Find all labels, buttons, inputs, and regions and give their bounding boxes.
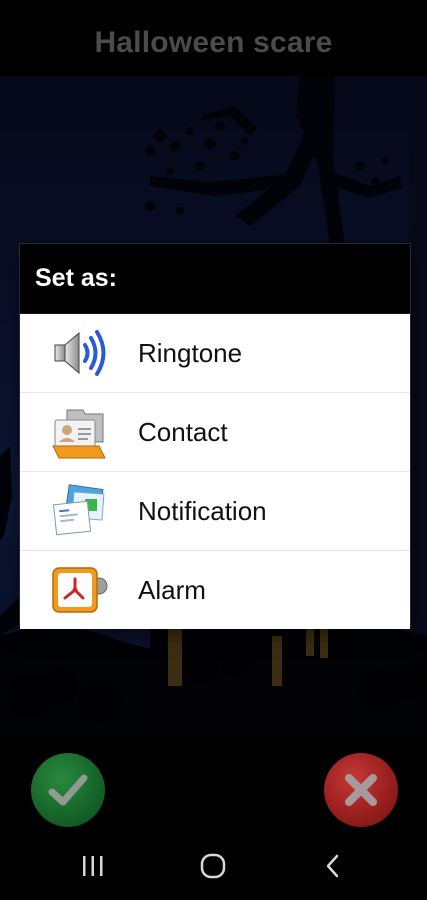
- notification-messages-icon: [48, 480, 110, 542]
- contact-card-icon: [48, 401, 110, 463]
- dialog-header: Set as:: [20, 244, 410, 314]
- set-as-dialog: Set as: Ringtone Contact Notification Al…: [20, 244, 410, 629]
- option-notification[interactable]: Notification: [20, 472, 410, 551]
- set-as-options-list: Ringtone Contact Notification Alarm: [20, 314, 410, 629]
- home-button[interactable]: [193, 848, 233, 884]
- option-alarm[interactable]: Alarm: [20, 551, 410, 629]
- checkmark-icon: [48, 774, 88, 806]
- app-title: Halloween scare: [94, 26, 333, 59]
- option-label: Contact: [138, 416, 228, 447]
- back-button[interactable]: [313, 848, 353, 884]
- back-icon: [326, 854, 339, 878]
- option-ringtone[interactable]: Ringtone: [20, 314, 410, 393]
- navigation-bar: [0, 830, 427, 900]
- recents-icon: [83, 856, 103, 876]
- option-label: Notification: [138, 495, 267, 526]
- alarm-clock-icon: [48, 559, 110, 621]
- speaker-volume-icon: [48, 322, 110, 384]
- recents-button[interactable]: [73, 848, 113, 884]
- title-bar: Halloween scare: [0, 0, 427, 76]
- option-label: Alarm: [138, 574, 206, 605]
- confirm-button[interactable]: [31, 753, 105, 827]
- home-icon: [200, 853, 226, 879]
- option-label: Ringtone: [138, 337, 243, 368]
- screen: Halloween scare Set as: Ringtone Contact…: [0, 0, 427, 900]
- x-icon: [345, 774, 377, 806]
- option-contact[interactable]: Contact: [20, 393, 410, 472]
- dialog-title: Set as:: [35, 264, 117, 292]
- cancel-button[interactable]: [324, 753, 398, 827]
